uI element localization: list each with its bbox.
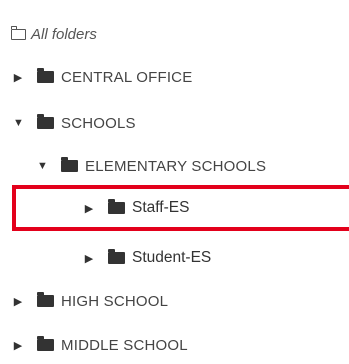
caret-down-icon[interactable]: ▼	[37, 160, 48, 172]
folder-icon	[61, 157, 78, 172]
tree-item-label: Student-ES	[132, 249, 212, 266]
caret-right-icon[interactable]: ▶	[13, 339, 23, 352]
tree-item-high-school[interactable]: ▶ HIGH SCHOOL	[0, 280, 349, 322]
folder-icon	[108, 199, 125, 214]
folder-tree: All folders ▶ CENTRAL OFFICE ▼ SCHOOLS ▼…	[0, 0, 349, 364]
caret-right-icon[interactable]: ▶	[84, 252, 94, 265]
caret-right-icon[interactable]: ▶	[13, 71, 23, 84]
folder-icon	[37, 336, 54, 351]
tree-item-label: MIDDLE SCHOOL	[61, 336, 188, 354]
caret-down-icon[interactable]: ▼	[13, 117, 24, 129]
tree-root-all-folders[interactable]: All folders	[0, 15, 349, 53]
tree-item-staff-es[interactable]: ▶ Staff-ES	[12, 185, 349, 231]
tree-root-label: All folders	[31, 25, 97, 43]
tree-item-label: Staff-ES	[132, 199, 190, 216]
tree-item-label: CENTRAL OFFICE	[61, 68, 193, 86]
tree-item-label: ELEMENTARY SCHOOLS	[85, 157, 267, 175]
tree-item-elementary-schools[interactable]: ▼ ELEMENTARY SCHOOLS	[0, 145, 349, 187]
tree-item-label: SCHOOLS	[61, 114, 136, 132]
tree-item-central-office[interactable]: ▶ CENTRAL OFFICE	[0, 56, 349, 98]
caret-right-icon[interactable]: ▶	[84, 202, 94, 215]
folder-icon	[37, 114, 54, 129]
folder-icon	[108, 249, 125, 264]
folder-icon	[37, 68, 54, 83]
caret-right-icon[interactable]: ▶	[13, 295, 23, 308]
tree-item-middle-school[interactable]: ▶ MIDDLE SCHOOL	[0, 324, 349, 364]
tree-item-schools[interactable]: ▼ SCHOOLS	[0, 102, 349, 144]
folder-outline-icon	[10, 25, 26, 40]
folder-icon	[37, 292, 54, 307]
tree-item-student-es[interactable]: ▶ Student-ES	[0, 237, 349, 279]
tree-item-label: HIGH SCHOOL	[61, 292, 169, 310]
